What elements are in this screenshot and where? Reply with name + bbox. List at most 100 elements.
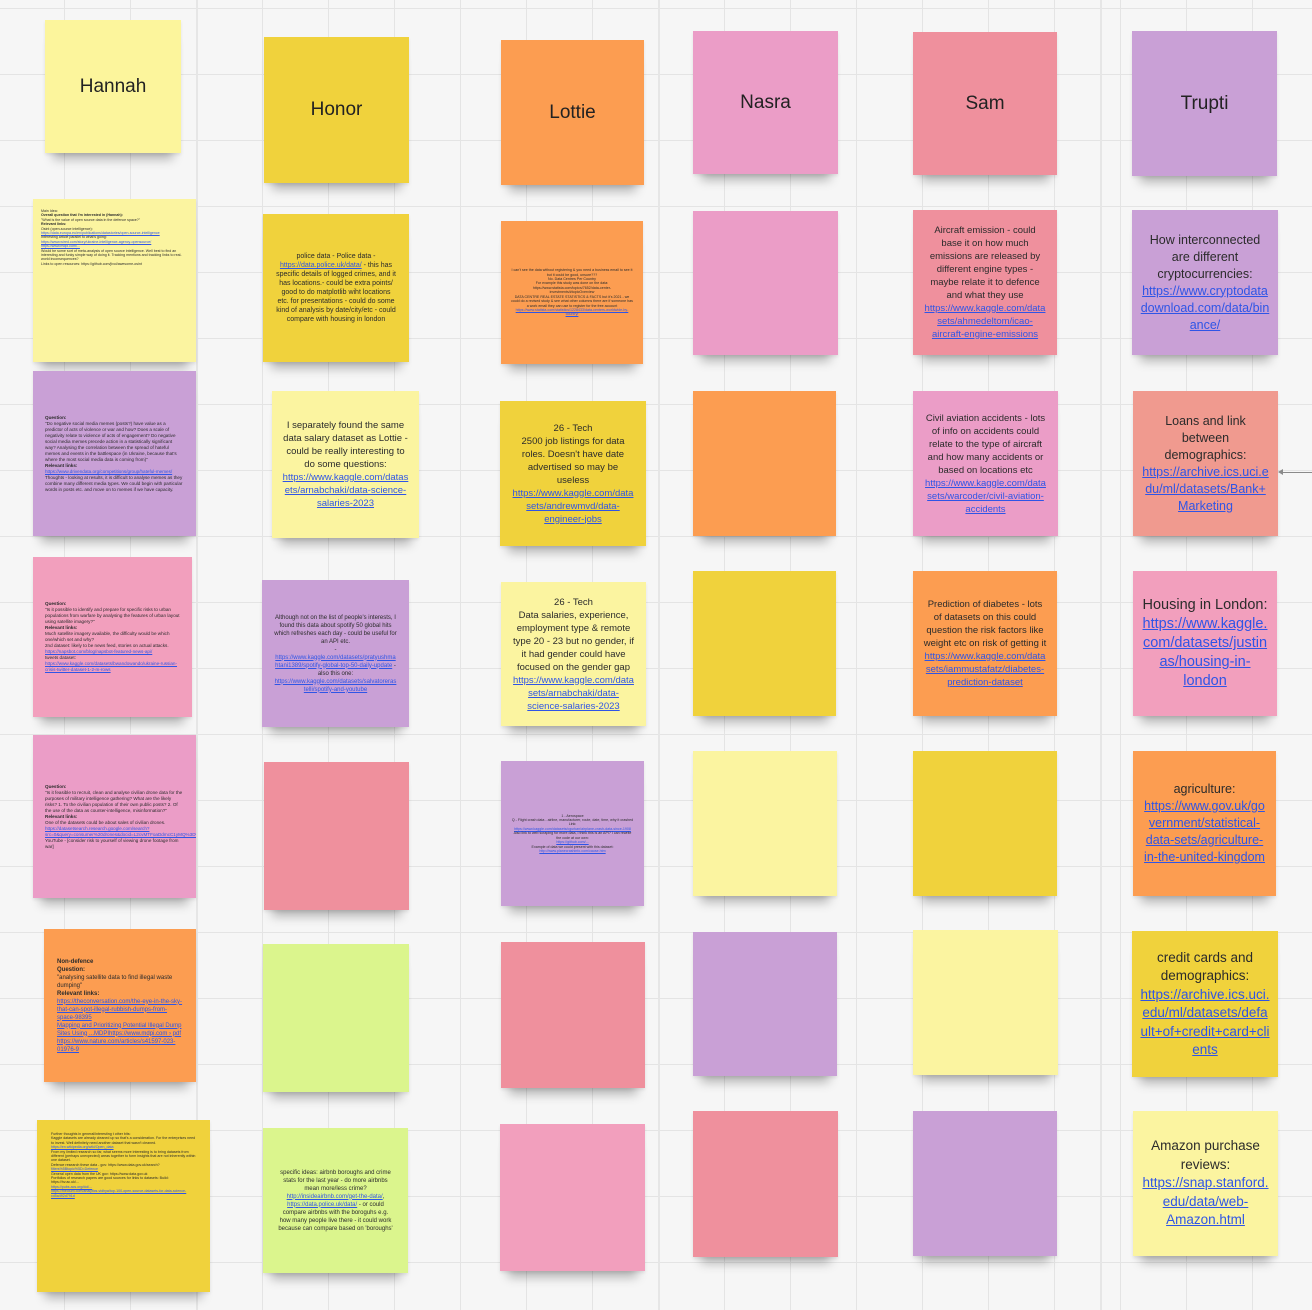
sticky-note[interactable]: I can't see the data without registering… xyxy=(501,221,643,364)
note-label: Relevant links: xyxy=(57,990,100,997)
sticky-note[interactable]: Loans and link between demographics: htt… xyxy=(1133,391,1278,536)
sticky-note-empty[interactable] xyxy=(693,751,837,896)
note-text: I separately found the same data salary … xyxy=(282,419,409,510)
note-link[interactable]: https://www.kaggle.com/datasets/ahmedelt… xyxy=(925,303,1046,340)
header-name: Hannah xyxy=(79,75,147,97)
note-line: DATA CENTRE REAL ESTATE STATISTICS & FAC… xyxy=(511,294,633,308)
sticky-note[interactable]: Question: "Is it feasible to recruit, cl… xyxy=(33,735,196,898)
sticky-note[interactable]: Although not on the list of people's int… xyxy=(262,580,409,727)
header-note-trupti[interactable]: Trupti xyxy=(1132,31,1277,176)
sticky-note[interactable]: Non-defence Question: "analysing satelli… xyxy=(44,929,196,1082)
note-text: police data - Police data - xyxy=(296,253,376,260)
note-link[interactable]: https://www.kaggle.com/datasets/pratyush… xyxy=(275,655,396,669)
note-text: Amazon purchase reviews: xyxy=(1151,1138,1260,1172)
note-link[interactable]: https://www.kaggle.com/datasets/warcoder… xyxy=(925,478,1046,515)
note-link[interactable]: https://www.gov.uk/government/statistica… xyxy=(1144,799,1265,864)
note-text: 26 - Tech 2500 job listings for data rol… xyxy=(512,422,634,526)
note-text: agriculture: https://www.gov.uk/governme… xyxy=(1143,781,1266,866)
sticky-note-empty[interactable] xyxy=(693,1111,838,1257)
sticky-note[interactable]: Civil aviation accidents - lots of info … xyxy=(913,391,1058,536)
note-text: Housing in London: https://www.kaggle.co… xyxy=(1141,596,1269,691)
note-link[interactable]: https://data.police.uk/data/ xyxy=(287,1202,357,1208)
sticky-note[interactable]: Prediction of diabetes - lots of dataset… xyxy=(913,571,1057,716)
sticky-note[interactable]: Housing in London: https://www.kaggle.co… xyxy=(1133,571,1277,716)
note-text: "Do negative social media memes (posts?)… xyxy=(45,420,177,462)
note-text: Housing in London: xyxy=(1142,597,1268,613)
sticky-note-empty[interactable] xyxy=(501,942,645,1088)
note-link[interactable]: https://www.nature.com/articles/s41597-0… xyxy=(57,1038,183,1054)
note-link[interactable]: https://www.kaggle.com/datasets/arnabcha… xyxy=(513,675,634,712)
note-link[interactable]: http://insideairbnb.com/get-the-data/ xyxy=(287,1194,383,1200)
sticky-note-empty[interactable] xyxy=(913,1111,1057,1256)
sticky-note-empty[interactable] xyxy=(693,391,836,536)
note-line: Links to open resources: https://github.… xyxy=(41,261,142,266)
sticky-note[interactable]: 26 - Tech Data salaries, experience, emp… xyxy=(501,582,646,726)
sticky-note[interactable]: 1 - Aerospace Q - Flight crash data - ai… xyxy=(501,761,644,906)
note-link[interactable]: https://www.kaggle.com/datasets/iammusta… xyxy=(925,651,1046,688)
note-text: Much satellite imagery available, the di… xyxy=(45,631,170,648)
header-note-honor[interactable]: Honor xyxy=(264,37,409,183)
note-text: Loans and link between demographics: htt… xyxy=(1141,413,1270,515)
sticky-note-empty[interactable] xyxy=(913,751,1057,896)
column-separator xyxy=(658,0,660,1310)
header-name: Honor xyxy=(310,99,363,120)
note-link[interactable]: https://www.kaggle.com/datasets/arnabcha… xyxy=(283,472,409,509)
sticky-note[interactable]: Main Idea: Overall question that I'm int… xyxy=(33,199,196,362)
sticky-note[interactable]: 26 - Tech 2500 job listings for data rol… xyxy=(500,401,646,546)
note-link[interactable]: https://www.kaggle.com/datasets/justinas… xyxy=(1143,616,1268,689)
note-link[interactable]: https://data.police.uk/data/ xyxy=(280,262,362,269)
sticky-note-empty[interactable] xyxy=(693,932,837,1076)
sticky-note-empty[interactable] xyxy=(693,211,838,355)
note-text: Thoughts - looking at results, it is dif… xyxy=(45,474,183,492)
note-link[interactable]: https://www.cryptodatadownload.com/data/… xyxy=(1141,284,1270,332)
note-link[interactable]: https://www.statista.com/statistics/1228… xyxy=(511,308,633,317)
note-link[interactable]: http://www.planecrashinfo.com/cause.htm xyxy=(539,849,605,853)
note-text: How interconnected are different cryptoc… xyxy=(1140,232,1270,334)
sticky-note[interactable]: specific ideas: airbnb boroughs and crim… xyxy=(263,1128,408,1273)
note-text: How interconnected are different cryptoc… xyxy=(1149,232,1261,281)
sticky-note[interactable]: police data - Police data - https://data… xyxy=(263,214,409,362)
header-name: Sam xyxy=(965,92,1005,114)
sticky-note-empty[interactable] xyxy=(500,1124,645,1271)
sticky-note-empty[interactable] xyxy=(693,571,836,716)
note-link[interactable]: https://www.kaggle.com/datasets/bwandowa… xyxy=(45,661,180,673)
note-link[interactable]: https://www.kaggle.com/datasets/andrewmv… xyxy=(513,488,634,525)
note-link[interactable]: https://www.kaggle.com/datasets/salvator… xyxy=(275,679,397,693)
note-line: I can't see the data without registering… xyxy=(511,268,633,277)
note-link[interactable]: https://archive.ics.uci.edu/ml/datasets/… xyxy=(1142,465,1268,513)
note-text: Although not on the list of people's int… xyxy=(274,614,397,694)
sticky-note[interactable]: Further thoughts in general/interesting … xyxy=(37,1120,210,1292)
sticky-note[interactable]: Question: "Is it possible to identify an… xyxy=(33,557,192,717)
note-link[interactable]: Mapping and Prioritizing Potential Illeg… xyxy=(57,1022,183,1038)
note-text: "Is it feasible to recruit, clean and an… xyxy=(45,789,183,813)
sticky-note[interactable]: agriculture: https://www.gov.uk/governme… xyxy=(1133,751,1276,896)
note-text: YouTube - [consider risk to yourself of … xyxy=(45,837,179,849)
sticky-note[interactable]: Aircraft emission - could base it on how… xyxy=(913,210,1057,355)
note-link[interactable]: https://snap.stanford.edu/data/web-Amazo… xyxy=(1142,1175,1268,1227)
sticky-note[interactable]: Question: "Do negative social media meme… xyxy=(33,371,196,536)
note-link[interactable]: https://medium.com/analytics-vidhya/top-… xyxy=(51,1189,196,1198)
note-link[interactable]: https://theconversation.com/the-eye-in-t… xyxy=(57,998,183,1022)
note-line: Would be some sort of meta-analysis of o… xyxy=(41,248,182,262)
note-link[interactable]: https://archive.ics.uci.edu/ml/datasets/… xyxy=(1140,987,1269,1058)
sticky-note[interactable]: credit cards and demographics: https://a… xyxy=(1132,931,1278,1077)
header-note-hannah[interactable]: Hannah xyxy=(45,20,181,153)
note-text: I separately found the same data salary … xyxy=(283,420,408,470)
connector-arrow[interactable] xyxy=(1278,469,1312,475)
column-separator xyxy=(1100,0,1102,1310)
sticky-note-empty[interactable] xyxy=(263,944,409,1092)
sticky-note[interactable]: I separately found the same data salary … xyxy=(272,391,419,538)
note-link[interactable]: https://datasetsearch.research.google.co… xyxy=(45,826,196,838)
header-note-lottie[interactable]: Lottie xyxy=(501,40,644,185)
note-text: 26 - Tech 2500 job listings for data rol… xyxy=(521,422,625,486)
note-text: agriculture: xyxy=(1173,782,1236,796)
header-note-sam[interactable]: Sam xyxy=(913,32,1057,175)
sticky-note[interactable]: Amazon purchase reviews: https://snap.st… xyxy=(1133,1111,1278,1256)
header-note-nasra[interactable]: Nasra xyxy=(693,31,838,174)
note-line: From my limited research so far, what se… xyxy=(51,1149,196,1163)
sticky-note-empty[interactable] xyxy=(264,762,409,910)
note-text: - this has specific details of logged cr… xyxy=(276,262,396,323)
sticky-note-empty[interactable] xyxy=(913,930,1058,1075)
whiteboard-canvas[interactable]: Hannah Honor Lottie Nasra Sam Trupti Mai… xyxy=(0,0,1312,1310)
sticky-note[interactable]: How interconnected are different cryptoc… xyxy=(1132,210,1278,355)
